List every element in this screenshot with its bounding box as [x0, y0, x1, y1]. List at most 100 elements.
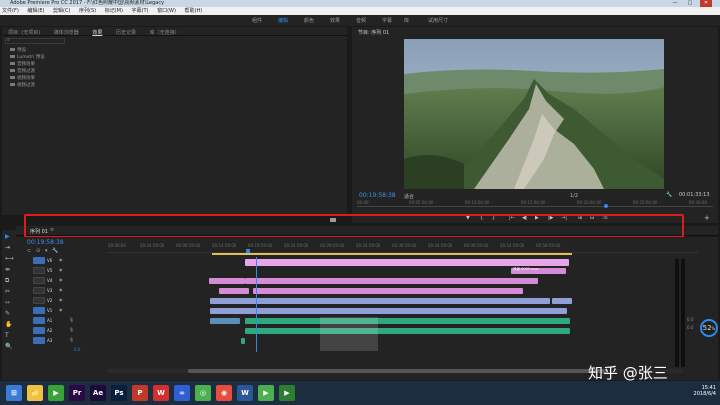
weibo-icon[interactable]: W	[153, 385, 169, 401]
scrollbar-thumb[interactable]	[188, 369, 608, 373]
tab-project[interactable]: 项目: (无项目)	[2, 27, 46, 36]
eye-icon[interactable]: ◉	[59, 257, 63, 262]
windows-start-icon[interactable]: ⊞	[6, 385, 22, 401]
timeline-playhead[interactable]	[256, 257, 257, 352]
eye-icon[interactable]: ◉	[59, 307, 63, 312]
eye-icon[interactable]: ◉	[59, 297, 63, 302]
folder-video-effects[interactable]: 视频效果	[10, 75, 35, 81]
eye-icon[interactable]: ◉	[59, 287, 63, 292]
pdf-icon[interactable]: P	[132, 385, 148, 401]
resolution-select[interactable]: 1/2	[570, 193, 578, 199]
workspace-custom[interactable]: 试用尺寸	[428, 17, 448, 24]
close-button[interactable]: ✕	[700, 0, 712, 7]
type-tool-icon[interactable]: T	[5, 332, 9, 339]
effects-search-input[interactable]: ⌕	[5, 37, 65, 44]
ripple-edit-tool-icon[interactable]: ⟷	[5, 255, 14, 262]
timeline-timecode[interactable]: 00:19:58:38	[27, 239, 64, 246]
timeline-ruler[interactable]: 00:00:00 00:04:59:00 00:09:59:00 00:14:5…	[108, 243, 698, 253]
microphone-icon[interactable]: 🎙	[69, 327, 74, 332]
microphone-icon[interactable]: 🎙	[69, 337, 74, 342]
menu-window[interactable]: 窗口(W)	[157, 8, 176, 14]
track-target[interactable]	[33, 337, 45, 344]
video-clip[interactable]	[552, 298, 572, 304]
workspace-audio[interactable]: 音频	[356, 17, 366, 24]
track-target[interactable]	[33, 307, 45, 314]
player2-icon[interactable]: ▶	[279, 385, 295, 401]
rolling-edit-tool-icon[interactable]: ⇹	[5, 266, 10, 273]
menu-help[interactable]: 帮助(H)	[185, 8, 203, 14]
clip-area[interactable]: 风景 0003.mov	[108, 257, 683, 352]
slip-tool-icon[interactable]: ⇿	[5, 299, 10, 306]
video-clip[interactable]	[210, 298, 550, 304]
hand-tool-icon[interactable]: ✋	[5, 321, 12, 328]
work-area-bar[interactable]	[212, 253, 572, 255]
track-select-tool-icon[interactable]: ⇥	[5, 244, 10, 251]
add-button[interactable]: +	[704, 214, 710, 222]
after-effects-icon[interactable]: Ae	[90, 385, 106, 401]
microphone-icon[interactable]: 🎙	[69, 317, 74, 322]
folder-lumetri-presets[interactable]: Lumetri 预设	[10, 54, 45, 60]
browser-icon[interactable]: ◎	[195, 385, 211, 401]
menu-sequence[interactable]: 序列(S)	[79, 8, 96, 14]
timeline-settings-icon[interactable]: 🔧	[52, 248, 58, 254]
master-volume[interactable]: 0.0	[74, 347, 80, 352]
audio-clip[interactable]	[210, 318, 240, 324]
folder-presets[interactable]: 预设	[10, 47, 26, 53]
menu-edit[interactable]: 编辑(E)	[27, 8, 44, 14]
fit-select[interactable]: 适合	[404, 193, 414, 200]
minimize-button[interactable]: —	[669, 0, 681, 7]
audio-clip[interactable]	[245, 318, 570, 324]
track-target[interactable]	[33, 327, 45, 334]
video-clip[interactable]	[245, 259, 569, 266]
menu-title[interactable]: 字幕(T)	[132, 8, 149, 14]
video-clip[interactable]	[253, 288, 523, 294]
tab-history[interactable]: 历史记录	[110, 27, 142, 36]
razor-tool-icon[interactable]: ✂	[5, 288, 10, 295]
baidu-icon[interactable]: ∞	[174, 385, 190, 401]
clock[interactable]: 15:41 2018/6/4	[686, 385, 716, 397]
video-clip[interactable]: 风景 0003.mov	[511, 267, 566, 274]
menu-file[interactable]: 文件(F)	[2, 8, 19, 14]
workspace-editing[interactable]: 编辑	[278, 17, 288, 24]
menu-marker[interactable]: 标记(M)	[105, 8, 123, 14]
rate-stretch-tool-icon[interactable]: ⧉	[5, 277, 9, 285]
track-target[interactable]	[33, 267, 45, 274]
linked-selection-icon[interactable]: ⊙	[36, 248, 40, 254]
playhead-marker[interactable]	[604, 204, 608, 208]
program-ruler[interactable]: 00:00 00:05:00:00 00:10:00:00 00:15:00:0…	[357, 200, 713, 209]
track-target[interactable]	[33, 277, 45, 284]
settings-wrench-icon[interactable]: 🔧	[666, 192, 672, 198]
video-icon[interactable]: ▶	[258, 385, 274, 401]
video-clip[interactable]	[245, 278, 538, 284]
selection-tool-icon[interactable]: ▶	[5, 233, 10, 240]
track-target[interactable]	[33, 257, 45, 264]
tab-effects[interactable]: 效果	[86, 27, 108, 36]
menu-clip[interactable]: 剪辑(C)	[53, 8, 70, 14]
track-target[interactable]	[33, 287, 45, 294]
folder-icon[interactable]: 📁	[27, 385, 43, 401]
snap-icon[interactable]: ⊂	[27, 248, 31, 254]
video-clip[interactable]	[209, 278, 245, 284]
workspace-libraries[interactable]: 库	[404, 17, 409, 24]
video-clip[interactable]	[219, 288, 249, 294]
workspace-titles[interactable]: 字幕	[382, 17, 392, 24]
add-marker-icon[interactable]: ▾	[45, 248, 48, 254]
eye-icon[interactable]: ◉	[59, 277, 63, 282]
chrome-icon[interactable]: ◉	[216, 385, 232, 401]
photoshop-icon[interactable]: Ps	[111, 385, 127, 401]
track-target[interactable]	[33, 297, 45, 304]
pen-tool-icon[interactable]: ✎	[5, 310, 10, 317]
tab-libraries[interactable]: 库（无连接）	[144, 27, 186, 36]
workspace-color[interactable]: 颜色	[304, 17, 314, 24]
premiere-icon[interactable]: Pr	[69, 385, 85, 401]
folder-audio-transitions[interactable]: 音频过渡	[10, 68, 35, 74]
video-clip[interactable]	[210, 308, 567, 314]
tab-media-browser[interactable]: 媒体浏览器	[48, 27, 85, 36]
maximize-button[interactable]: □	[684, 0, 696, 7]
folder-audio-effects[interactable]: 音频效果	[10, 61, 35, 67]
zoom-tool-icon[interactable]: 🔍	[5, 343, 12, 350]
program-timecode[interactable]: 00:19:58:38	[359, 192, 396, 199]
folder-video-transitions[interactable]: 视频过渡	[10, 82, 35, 88]
word-icon[interactable]: W	[237, 385, 253, 401]
eye-icon[interactable]: ◉	[59, 267, 63, 272]
